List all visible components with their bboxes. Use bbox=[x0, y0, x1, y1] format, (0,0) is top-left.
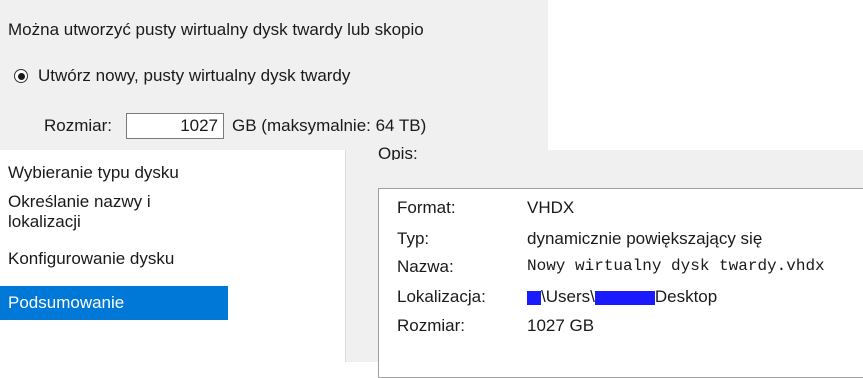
description-heading: Opis: bbox=[378, 144, 418, 160]
sidebar-item-name-location[interactable]: Określanie nazwy i lokalizacji bbox=[0, 192, 228, 231]
redaction-mark bbox=[527, 290, 541, 305]
wizard-sidebar: Wybieranie typu dysku Określanie nazwy i… bbox=[0, 150, 345, 362]
sidebar-item-label: Konfigurowanie dysku bbox=[8, 249, 175, 268]
summary-row-name: Nazwa: Nowy wirtualny dysk twardy.vhdx bbox=[397, 257, 825, 277]
new-disk-option-label[interactable]: Utwórz nowy, pusty wirtualny dysk twardy bbox=[38, 66, 350, 86]
summary-row-size: Rozmiar: 1027 GB bbox=[397, 316, 594, 336]
intro-text: Można utworzyć pusty wirtualny dysk twar… bbox=[8, 20, 424, 39]
summary-key: Rozmiar: bbox=[397, 316, 466, 335]
size-input[interactable] bbox=[126, 113, 225, 139]
sidebar-item-choose-disk-type[interactable]: Wybieranie typu dysku bbox=[0, 156, 228, 190]
summary-panel: Opis: Format: VHDX Typ: dynamicznie powi… bbox=[346, 144, 863, 378]
sidebar-item-summary[interactable]: Podsumowanie bbox=[0, 286, 228, 320]
summary-key: Typ: bbox=[397, 229, 430, 248]
size-row: Rozmiar: GB (maksymalnie: 64 TB) bbox=[44, 113, 426, 139]
sidebar-item-configure-disk[interactable]: Konfigurowanie dysku bbox=[0, 242, 228, 276]
summary-value: 1027 GB bbox=[527, 316, 595, 335]
summary-row-location: Lokalizacja: \Users\ Desktop bbox=[397, 287, 717, 307]
summary-key: Lokalizacja: bbox=[397, 287, 486, 306]
summary-row-type: Typ: dynamicznie powiększający się bbox=[397, 229, 762, 249]
path-part: Desktop bbox=[654, 287, 718, 306]
sidebar-item-label: Określanie nazwy i lokalizacji bbox=[8, 192, 151, 231]
summary-value: dynamicznie powiększający się bbox=[527, 229, 763, 248]
redaction-mark bbox=[594, 290, 655, 305]
radio-button[interactable] bbox=[14, 69, 28, 83]
size-label: Rozmiar: bbox=[44, 116, 113, 135]
disk-options-panel: Można utworzyć pusty wirtualny dysk twar… bbox=[0, 0, 548, 150]
sidebar-item-label: Wybieranie typu dysku bbox=[8, 163, 179, 182]
new-disk-option[interactable]: Utwórz nowy, pusty wirtualny dysk twardy bbox=[14, 66, 350, 86]
size-unit-label: GB (maksymalnie: 64 TB) bbox=[232, 116, 427, 135]
summary-row-format: Format: VHDX bbox=[397, 198, 574, 218]
summary-key: Nazwa: bbox=[397, 257, 454, 276]
summary-value: VHDX bbox=[527, 198, 575, 217]
summary-value: \Users\ Desktop bbox=[527, 287, 717, 307]
sidebar-item-label: Podsumowanie bbox=[8, 293, 125, 312]
radio-selected-dot bbox=[17, 72, 25, 80]
summary-value: Nowy wirtualny dysk twardy.vhdx bbox=[527, 257, 825, 275]
summary-key: Format: bbox=[397, 198, 456, 217]
summary-box: Format: VHDX Typ: dynamicznie powiększaj… bbox=[378, 188, 863, 378]
path-part: \Users\ bbox=[541, 287, 595, 306]
